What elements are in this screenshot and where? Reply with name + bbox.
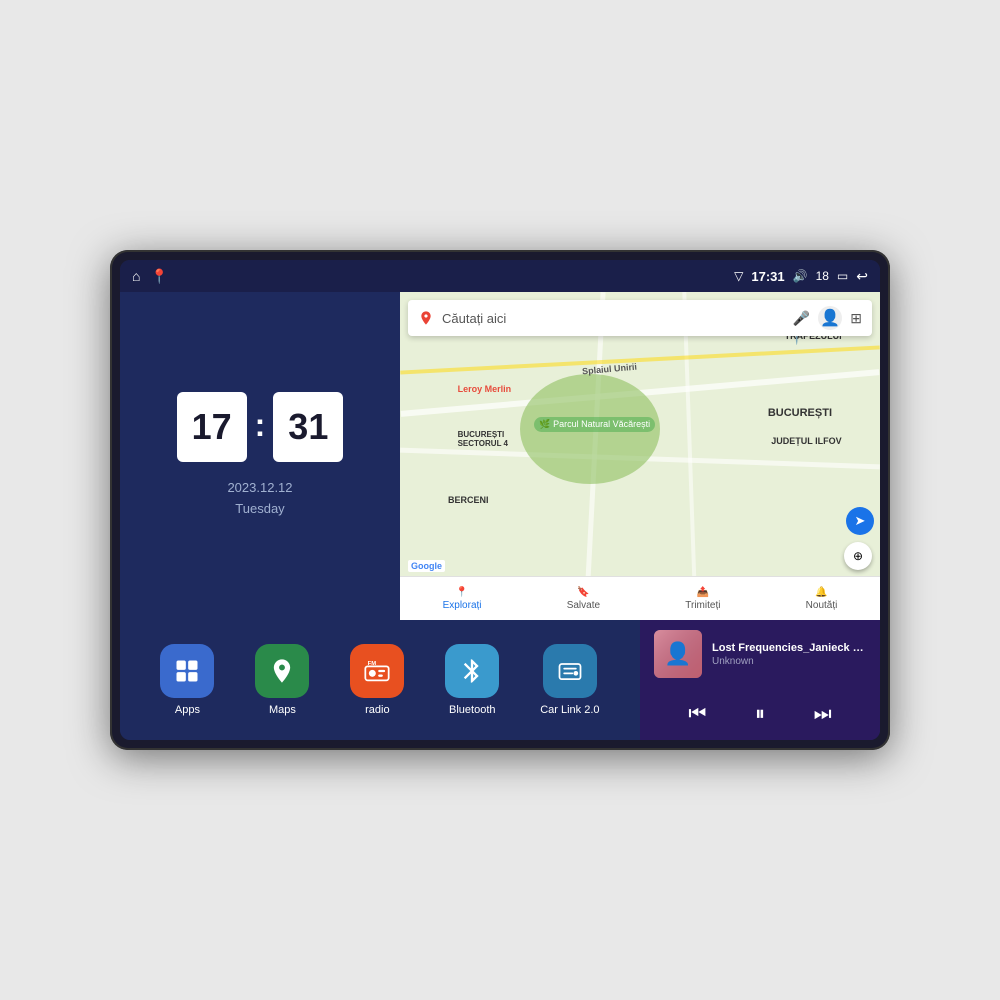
map-label-leroy: Leroy Merlin xyxy=(458,384,512,394)
map-search-bar[interactable]: Căutați aici 🎤 👤 ⊞ xyxy=(408,300,872,336)
clock-display: 17 : 31 xyxy=(177,392,344,462)
clock-panel: 17 : 31 2023.12.12 Tuesday xyxy=(120,292,400,620)
map-label-ilfov: JUDEȚUL ILFOV xyxy=(771,436,841,446)
google-logo: Google xyxy=(408,560,445,572)
explore-icon: 📍 xyxy=(456,587,468,598)
home-icon[interactable]: ⌂ xyxy=(132,268,140,284)
map-background: 🌿 Parcul Natural Văcărești TRAPEZULUI BU… xyxy=(400,292,880,620)
device-screen: ⌂ 📍 ▽ 17:31 🔊 18 ▭ ↩ 17 : xyxy=(120,260,880,740)
park-label: 🌿 Parcul Natural Văcărești xyxy=(534,417,655,432)
bottom-row: Apps Maps xyxy=(120,620,880,740)
map-compass-btn[interactable]: ⊕ xyxy=(844,542,872,570)
saved-icon: 🔖 xyxy=(577,587,589,598)
clock-date: 2023.12.12 Tuesday xyxy=(227,478,292,520)
signal-value: 18 xyxy=(816,269,829,283)
radio-icon: FM xyxy=(350,644,404,698)
clock-hours: 17 xyxy=(177,392,247,462)
carlink-label: Car Link 2.0 xyxy=(540,704,599,716)
app-item-apps[interactable]: Apps xyxy=(160,644,214,716)
map-panel[interactable]: 🌿 Parcul Natural Văcărești TRAPEZULUI BU… xyxy=(400,292,880,620)
music-title: Lost Frequencies_Janieck Devy-... xyxy=(712,642,866,654)
map-search-right-icons: 🎤 👤 ⊞ xyxy=(793,306,862,330)
map-nav-share[interactable]: 📤 Trimiteți xyxy=(685,587,720,611)
layers-icon[interactable]: ⊞ xyxy=(850,310,862,327)
apps-icon xyxy=(160,644,214,698)
app-icons-area: Apps Maps xyxy=(120,620,640,740)
app-item-radio[interactable]: FM radio xyxy=(350,644,404,716)
location-icon: ▽ xyxy=(734,269,743,283)
music-controls: ⏮ ⏸ ⏭ xyxy=(654,699,866,730)
back-icon[interactable]: ↩ xyxy=(856,268,868,285)
battery-icon: ▭ xyxy=(837,269,848,283)
status-right-icons: ▽ 17:31 🔊 18 ▭ ↩ xyxy=(734,268,868,285)
music-thumbnail: 👤 xyxy=(654,630,702,678)
music-top: 👤 Lost Frequencies_Janieck Devy-... Unkn… xyxy=(654,630,866,678)
app-item-carlink[interactable]: Car Link 2.0 xyxy=(540,644,599,716)
status-bar: ⌂ 📍 ▽ 17:31 🔊 18 ▭ ↩ xyxy=(120,260,880,292)
next-button[interactable]: ⏭ xyxy=(810,699,836,730)
map-search-input[interactable]: Căutați aici xyxy=(442,311,785,326)
clock-minutes: 31 xyxy=(273,392,343,462)
svg-text:FM: FM xyxy=(368,661,377,667)
play-pause-button[interactable]: ⏸ xyxy=(751,699,769,730)
maps-icon xyxy=(255,644,309,698)
status-left-icons: ⌂ 📍 xyxy=(132,268,168,285)
map-label-sector4: BUCUREȘTISECTORUL 4 xyxy=(458,430,508,448)
map-bottom-nav: 📍 Explorați 🔖 Salvate 📤 Trimiteți � xyxy=(400,576,880,620)
clock-separator: : xyxy=(255,407,266,444)
music-artist: Unknown xyxy=(712,656,866,667)
map-nav-saved[interactable]: 🔖 Salvate xyxy=(567,587,600,611)
music-panel: 👤 Lost Frequencies_Janieck Devy-... Unkn… xyxy=(640,620,880,740)
user-avatar[interactable]: 👤 xyxy=(818,306,842,330)
map-pin-icon[interactable]: 📍 xyxy=(150,268,167,285)
mic-icon[interactable]: 🎤 xyxy=(793,310,810,327)
app-item-maps[interactable]: Maps xyxy=(255,644,309,716)
news-icon: 🔔 xyxy=(815,587,827,598)
bluetooth-icon xyxy=(445,644,499,698)
music-info: Lost Frequencies_Janieck Devy-... Unknow… xyxy=(712,642,866,667)
radio-label: radio xyxy=(365,704,389,716)
volume-icon[interactable]: 🔊 xyxy=(793,269,808,283)
main-content: 17 : 31 2023.12.12 Tuesday xyxy=(120,292,880,740)
top-row: 17 : 31 2023.12.12 Tuesday xyxy=(120,292,880,620)
map-nav-explore[interactable]: 📍 Explorați xyxy=(443,587,482,611)
map-pin-search-icon xyxy=(418,310,434,326)
maps-label: Maps xyxy=(269,704,296,716)
app-item-bluetooth[interactable]: Bluetooth xyxy=(445,644,499,716)
map-label-bucuresti: BUCUREȘTI xyxy=(768,407,832,419)
car-infotainment-device: ⌂ 📍 ▽ 17:31 🔊 18 ▭ ↩ 17 : xyxy=(110,250,890,750)
map-label-berceni: BERCENI xyxy=(448,495,489,505)
prev-button[interactable]: ⏮ xyxy=(684,699,710,730)
apps-label: Apps xyxy=(175,704,200,716)
bluetooth-label: Bluetooth xyxy=(449,704,495,716)
status-time: 17:31 xyxy=(751,269,784,284)
map-nav-news[interactable]: 🔔 Noutăți xyxy=(806,587,838,611)
share-icon: 📤 xyxy=(697,587,709,598)
map-navigate-btn[interactable]: ➤ xyxy=(846,507,874,535)
carlink-icon xyxy=(543,644,597,698)
